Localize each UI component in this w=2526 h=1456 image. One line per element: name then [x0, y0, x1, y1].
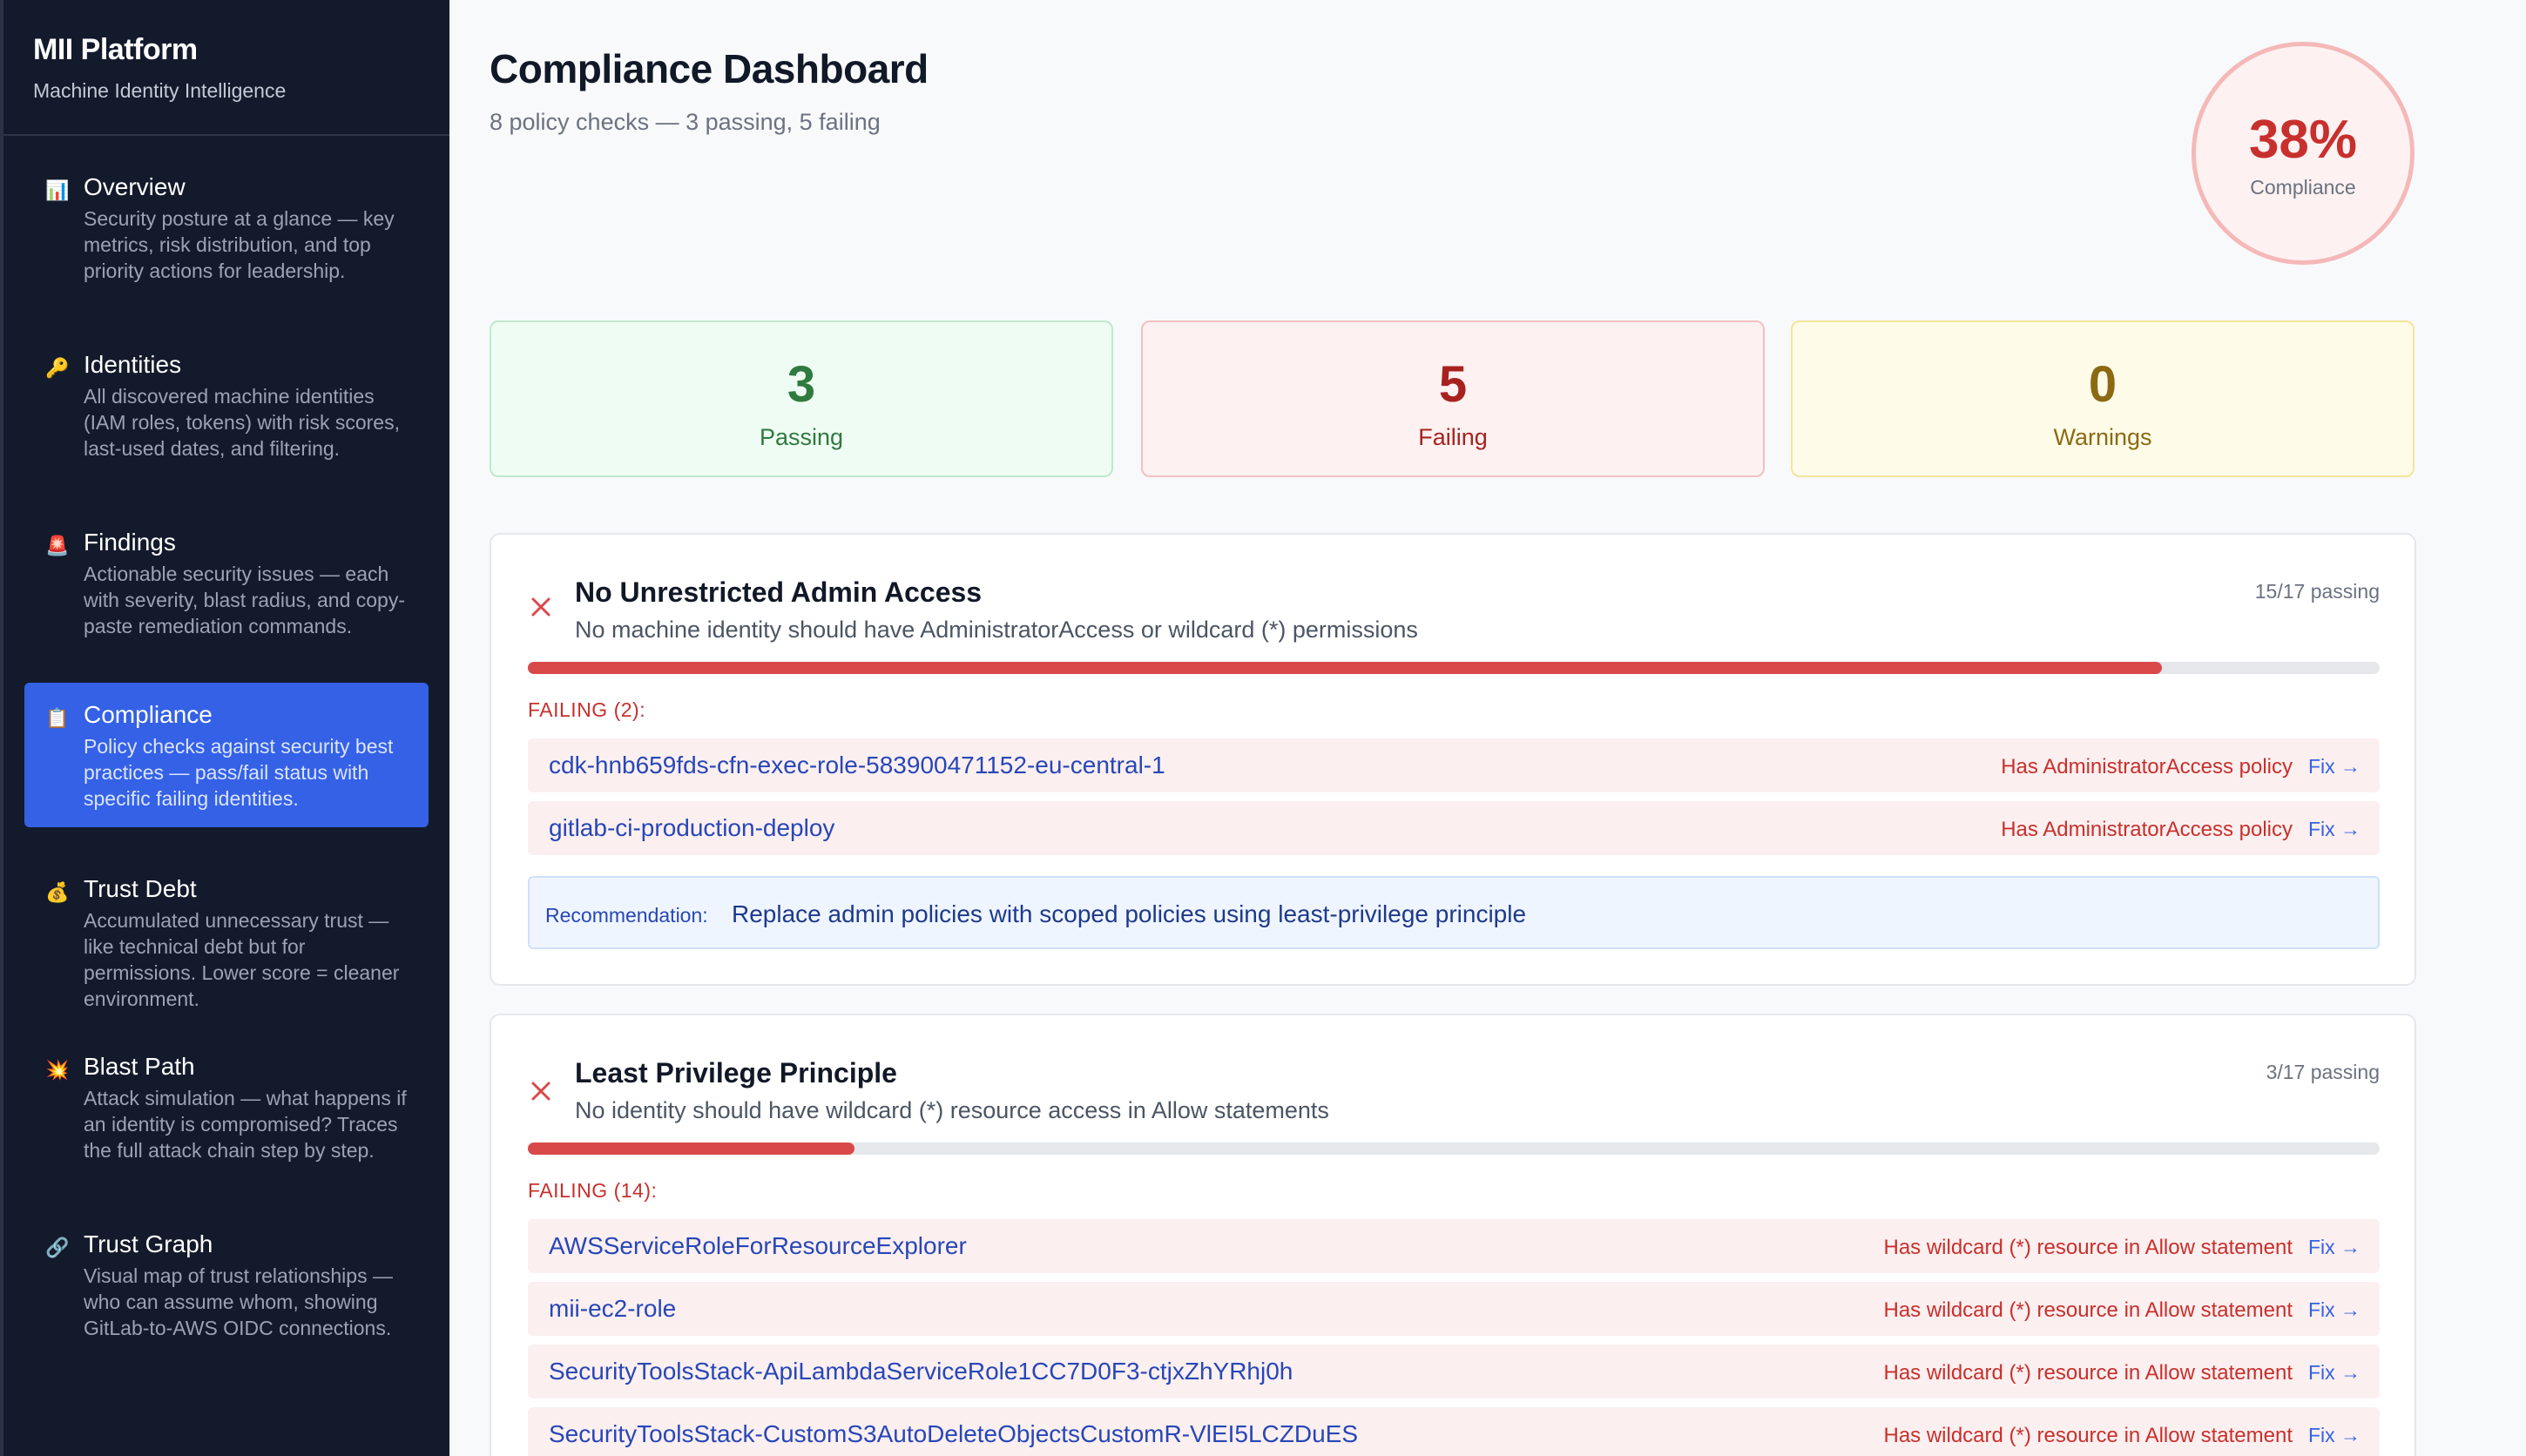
compliance-score-value: 38%	[2248, 110, 2358, 170]
check-progress-fill	[528, 1143, 855, 1155]
sidebar-item-description: Attack simulation — what happens if an i…	[84, 1087, 407, 1162]
failing-header: FAILING (2):	[528, 698, 646, 721]
passing-label: Passing	[759, 424, 844, 450]
failing-identity-row: SecurityToolsStack-ApiLambdaServiceRole1…	[528, 1345, 2380, 1399]
sidebar-item-label: Trust Graph	[84, 1230, 213, 1257]
failure-reason: Has AdministratorAccess policy	[2001, 818, 2293, 841]
identity-link[interactable]: AWSServiceRoleForResourceExplorer	[549, 1232, 967, 1260]
page-subtitle: 8 policy checks — 3 passing, 5 failing	[490, 109, 881, 135]
sidebar-item-label: Compliance	[84, 701, 213, 728]
fix-link[interactable]: Fix →	[2308, 755, 2361, 779]
identity-link[interactable]: SecurityToolsStack-ApiLambdaServiceRole1…	[549, 1358, 1293, 1385]
failing-header: FAILING (14):	[528, 1179, 658, 1202]
fix-link[interactable]: Fix →	[2308, 1361, 2361, 1385]
check-progress-bar	[528, 662, 2380, 674]
check-description: No identity should have wildcard (*) res…	[575, 1097, 1329, 1123]
compliance-score-ring: 38% Compliance	[2192, 42, 2415, 265]
check-progress-bar	[528, 1143, 2380, 1155]
failure-reason: Has wildcard (*) resource in Allow state…	[1883, 1424, 2293, 1447]
sidebar-item-label: Findings	[84, 529, 176, 556]
key-icon: 🔑	[45, 357, 70, 379]
sidebar-item-label: Overview	[84, 173, 186, 200]
failing-list: AWSServiceRoleForResourceExplorer Has wi…	[528, 1219, 2380, 1456]
sidebar-item-label: Blast Path	[84, 1053, 195, 1080]
siren-icon: 🚨	[45, 535, 70, 556]
warnings-count: 0	[2088, 356, 2117, 413]
sidebar-nav: 📊 Overview Security posture at a glance …	[3, 136, 449, 1393]
failing-identity-row: mii-ec2-role Has wildcard (*) resource i…	[528, 1282, 2380, 1336]
failing-count: 5	[1438, 356, 1468, 413]
clipboard-icon: 📋	[45, 707, 70, 729]
check-progress-fill	[528, 662, 2162, 674]
check-pass-count: 15/17 passing	[2254, 580, 2380, 603]
failure-reason: Has wildcard (*) resource in Allow state…	[1883, 1361, 2293, 1385]
sidebar-item-description: All discovered machine identities (IAM r…	[84, 385, 400, 460]
fix-link[interactable]: Fix →	[2308, 1236, 2361, 1259]
policy-check-card: No Unrestricted Admin Access No machine …	[490, 533, 2416, 986]
sidebar-item-label: Identities	[84, 351, 182, 378]
check-title: No Unrestricted Admin Access	[575, 576, 983, 608]
sidebar-item-findings[interactable]: 🚨 Findings Actionable security issues — …	[24, 514, 429, 691]
failing-identity-row: gitlab-ci-production-deploy Has Administ…	[528, 801, 2380, 855]
sidebar-item-trust-graph[interactable]: 🔗 Trust Graph Visual map of trust relati…	[24, 1216, 429, 1393]
failure-reason: Has wildcard (*) resource in Allow state…	[1883, 1298, 2293, 1322]
failing-label: Failing	[1418, 424, 1488, 450]
identity-link[interactable]: gitlab-ci-production-deploy	[549, 814, 834, 842]
warnings-label: Warnings	[2053, 424, 2152, 450]
brand-title: MII Platform	[33, 33, 198, 66]
identity-link[interactable]: SecurityToolsStack-CustomS3AutoDeleteObj…	[549, 1420, 1358, 1448]
fix-link[interactable]: Fix →	[2308, 1424, 2361, 1447]
passing-count: 3	[787, 356, 816, 413]
fix-link[interactable]: Fix →	[2308, 1298, 2361, 1322]
failure-reason: Has wildcard (*) resource in Allow state…	[1883, 1236, 2293, 1259]
main-content: Compliance Dashboard 8 policy checks — 3…	[449, 0, 2526, 1456]
passing-stat-card: 3 Passing	[490, 320, 1113, 477]
warnings-stat-card: 0 Warnings	[1791, 320, 2415, 477]
brand: MII Platform Machine Identity Intelligen…	[3, 0, 449, 136]
sidebar-item-description: Security posture at a glance — key metri…	[84, 207, 395, 282]
failing-list: cdk-hnb659fds-cfn-exec-role-583900471152…	[528, 738, 2380, 864]
fail-x-icon	[531, 597, 550, 617]
fail-x-icon	[531, 1082, 550, 1101]
sidebar-item-overview[interactable]: 📊 Overview Security posture at a glance …	[24, 158, 429, 336]
failing-identity-row: AWSServiceRoleForResourceExplorer Has wi…	[528, 1219, 2380, 1273]
failure-reason: Has AdministratorAccess policy	[2001, 755, 2293, 779]
recommendation-box: Recommendation: Replace admin policies w…	[528, 876, 2380, 949]
failing-stat-card: 5 Failing	[1141, 320, 1765, 477]
sidebar-item-description: Accumulated unnecessary trust — like tec…	[84, 909, 400, 1010]
identity-link[interactable]: cdk-hnb659fds-cfn-exec-role-583900471152…	[549, 752, 1165, 779]
recommendation-label: Recommendation:	[545, 904, 708, 927]
sidebar-item-description: Actionable security issues — each with s…	[84, 563, 406, 637]
compliance-score-label: Compliance	[2250, 176, 2356, 199]
check-description: No machine identity should have Administ…	[575, 617, 1418, 643]
explosion-icon: 💥	[45, 1059, 70, 1081]
sidebar-item-description: Visual map of trust relationships — who …	[84, 1264, 393, 1339]
money-bag-icon: 💰	[45, 881, 70, 903]
check-title: Least Privilege Principle	[575, 1057, 897, 1089]
bar-chart-icon: 📊	[45, 179, 70, 201]
sidebar-item-label: Trust Debt	[84, 875, 197, 902]
identity-link[interactable]: mii-ec2-role	[549, 1295, 676, 1323]
check-pass-count: 3/17 passing	[2266, 1061, 2380, 1083]
sidebar-item-identities[interactable]: 🔑 Identities All discovered machine iden…	[24, 336, 429, 514]
sidebar-item-compliance[interactable]: 📋 Compliance Policy checks against secur…	[24, 683, 429, 827]
recommendation-text: Replace admin policies with scoped polic…	[732, 900, 1527, 927]
failing-identity-row: SecurityToolsStack-CustomS3AutoDeleteObj…	[528, 1407, 2380, 1456]
page-title: Compliance Dashboard	[490, 46, 929, 91]
link-icon: 🔗	[45, 1237, 70, 1258]
sidebar-item-description: Policy checks against security best prac…	[84, 735, 394, 810]
sidebar-item-trust-debt[interactable]: 💰 Trust Debt Accumulated unnecessary tru…	[24, 860, 429, 1038]
brand-subtitle: Machine Identity Intelligence	[33, 79, 287, 102]
fix-link[interactable]: Fix →	[2308, 818, 2361, 841]
policy-check-card: Least Privilege Principle No identity sh…	[490, 1014, 2416, 1456]
sidebar-item-blast-path[interactable]: 💥 Blast Path Attack simulation — what ha…	[24, 1038, 429, 1216]
failing-identity-row: cdk-hnb659fds-cfn-exec-role-583900471152…	[528, 738, 2380, 792]
sidebar: MII Platform Machine Identity Intelligen…	[0, 0, 449, 1456]
